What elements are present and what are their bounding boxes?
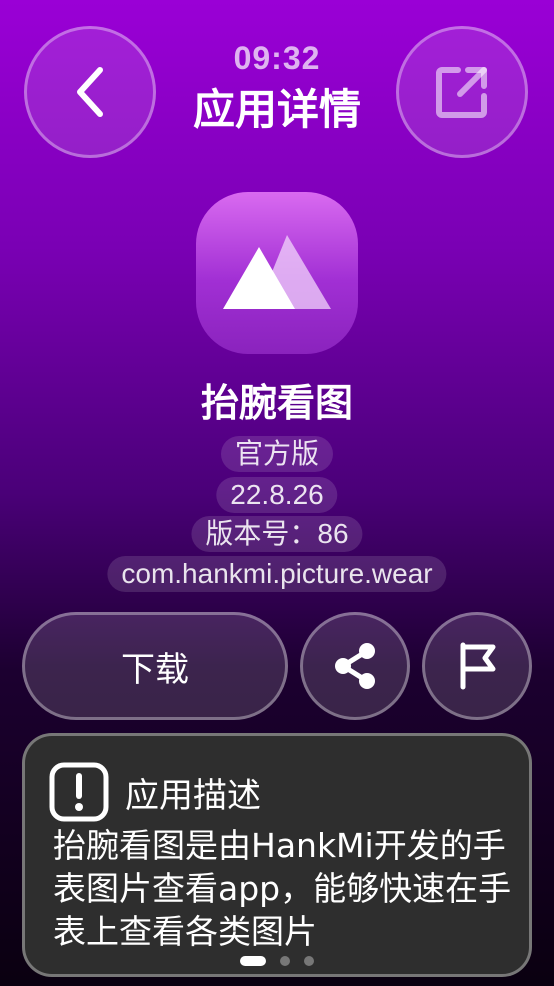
- share-button[interactable]: [300, 612, 410, 720]
- exclamation-icon: [49, 762, 109, 822]
- open-external-icon: [436, 67, 487, 118]
- app-icon: [196, 192, 358, 354]
- app-name: 抬腕看图: [200, 381, 353, 425]
- mountain-icon: [223, 235, 331, 309]
- package-name-badge: com.hankmi.picture.wear: [107, 556, 447, 592]
- page-indicator: [0, 956, 554, 966]
- edition-badge: 官方版: [220, 436, 334, 472]
- page-dot-active: [240, 956, 266, 966]
- share-icon: [335, 643, 375, 689]
- description-title: 应用描述: [125, 776, 261, 816]
- page-dot: [280, 956, 290, 966]
- report-button[interactable]: [422, 612, 532, 720]
- description-text: 抬腕看图是由HankMi开发的手表图片查看app，能够快速在手表上查看各类图片: [53, 826, 512, 951]
- download-button[interactable]: 下载: [22, 612, 288, 720]
- description-card: 应用描述 抬腕看图是由HankMi开发的手表图片查看app，能够快速在手表上查看…: [22, 733, 532, 977]
- version-badge: 22.8.26: [216, 477, 338, 513]
- version-code-badge: 版本号：86: [191, 516, 363, 552]
- flag-icon: [460, 642, 496, 690]
- download-label: 下载: [121, 649, 189, 690]
- open-external-button[interactable]: [396, 26, 528, 158]
- page-dot: [304, 956, 314, 966]
